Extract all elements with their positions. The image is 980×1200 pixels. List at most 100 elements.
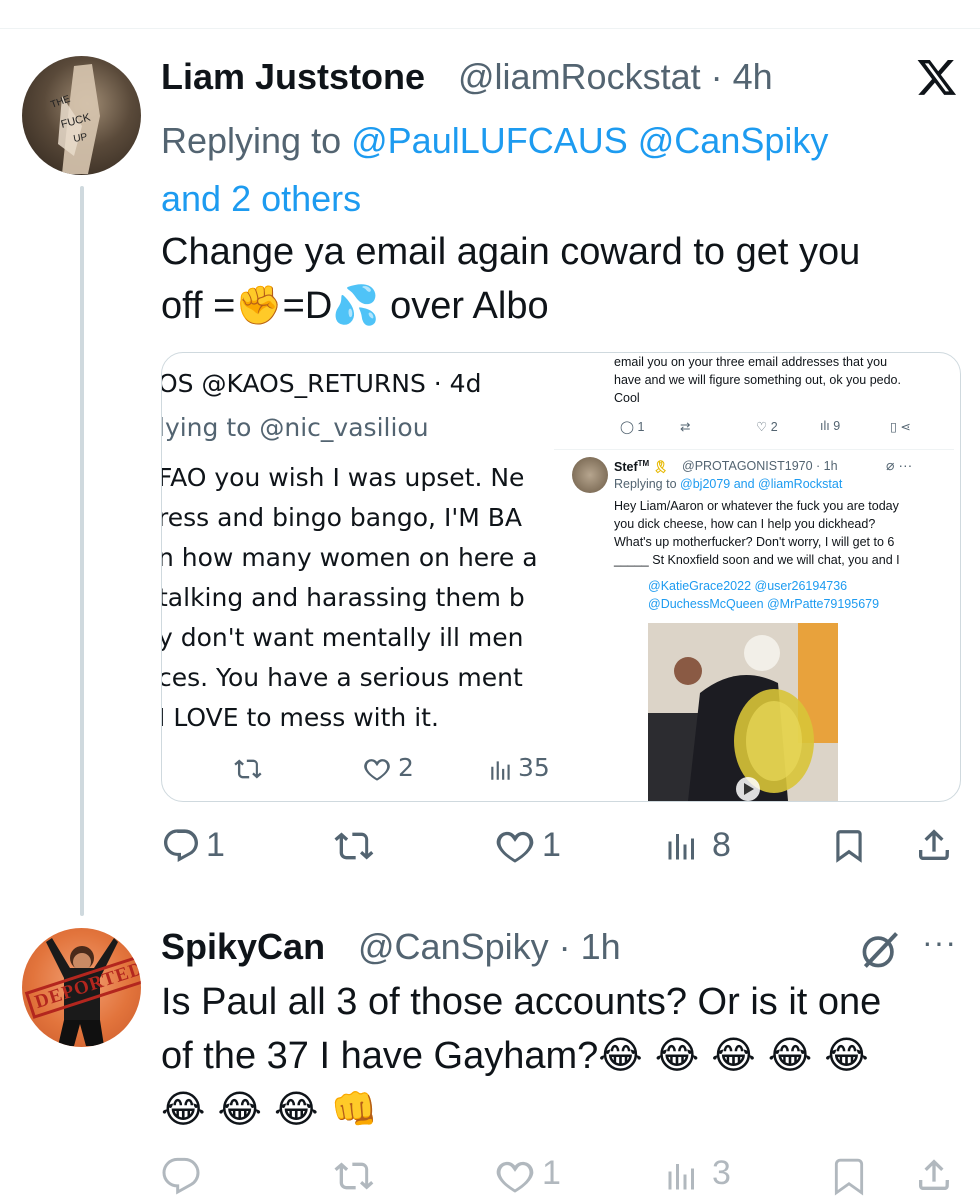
text-fragment: off = — [161, 285, 236, 327]
laughing-emoji: 😂 — [598, 1033, 643, 1077]
tweet-text-line-2: of the 37 I have Gayham?😂 😂 😂 😂 😂 — [161, 1029, 931, 1083]
count: 9 — [833, 419, 841, 433]
screenshot-body-line: you dick cheese, how can I help you dick… — [614, 517, 876, 531]
views-icon[interactable] — [664, 1158, 700, 1194]
screenshot-retweet-glyph: ⇄ — [680, 420, 691, 434]
reply-others-link[interactable]: and 2 others — [161, 178, 361, 219]
screenshot-line: FAO you wish I was upset. Ne — [162, 463, 525, 492]
like-icon[interactable] — [494, 1156, 536, 1196]
author-name[interactable]: SpikyCan — [161, 926, 325, 968]
post-time: 4h — [732, 56, 773, 97]
screenshot-header: OS @KAOS_RETURNS · 4d — [162, 369, 482, 398]
avatar-image: THE FUCK UP — [49, 64, 100, 174]
reply-mentions[interactable]: @PaulLUFCAUS @CanSpiky — [351, 120, 828, 161]
author-handle[interactable]: @liamRockstat · 4h — [458, 56, 773, 98]
view-count: 3 — [712, 1154, 731, 1192]
tm-badge: TM — [637, 459, 650, 468]
laughing-emoji: 😂 — [161, 1087, 206, 1131]
screenshot-line: n how many women on here a — [162, 543, 538, 572]
screenshot-text-line: Cool — [614, 391, 640, 405]
laughing-emoji: 😂 — [642, 1033, 700, 1077]
retweet-icon[interactable] — [332, 1156, 376, 1196]
text-fragment: =D — [282, 285, 333, 327]
top-divider — [0, 28, 980, 29]
retweet-icon[interactable] — [332, 826, 376, 866]
screenshot-text-line: have and we will figure something out, o… — [614, 373, 901, 387]
bookmark-icon[interactable] — [830, 826, 868, 866]
tweet-text-line-1: Change ya email again coward to get you — [161, 231, 861, 273]
views-icon[interactable] — [664, 828, 700, 864]
tweet-text-line-1: Is Paul all 3 of those accounts? Or is i… — [161, 981, 882, 1023]
tweet2-action-bar: 1 3 — [0, 1150, 980, 1200]
screenshot-view-count: 35 — [518, 753, 550, 782]
more-icon[interactable]: ··· — [922, 924, 957, 961]
view-count: 8 — [712, 826, 731, 864]
like-icon — [364, 759, 390, 781]
reply-icon[interactable] — [161, 1156, 201, 1196]
pointing-fist-emoji: 👊 — [318, 1087, 378, 1131]
screenshot-body-line: Hey Liam/Aaron or whatever the fuck you … — [614, 499, 899, 513]
tweet-text-line-3: 😂 😂 😂 👊 — [161, 1083, 931, 1137]
screenshot-right: email you on your three email addresses … — [554, 353, 960, 801]
avatar-liam[interactable]: THE FUCK UP — [22, 56, 141, 175]
x-logo-icon[interactable] — [916, 56, 958, 98]
thread-connector-line — [80, 186, 84, 916]
screenshot-line: I LOVE to mess with it. — [162, 703, 439, 732]
like-count: 1 — [542, 1154, 561, 1192]
name: Stef — [614, 460, 638, 475]
separator-dot: · — [700, 56, 733, 97]
count: 1 — [637, 420, 645, 434]
screenshot-line: ress and bingo bango, I'M BA — [162, 503, 522, 532]
screenshot-tags-line: @DuchessMcQueen @MrPatte79195679 — [648, 597, 880, 611]
text-fragment: over Albo — [379, 285, 549, 327]
laughing-emoji: 😂 — [812, 1033, 869, 1077]
handle-text: @liamRockstat — [458, 56, 701, 97]
video-scene — [648, 623, 838, 801]
screenshot-line: y don't want mentally ill men — [162, 623, 524, 652]
screenshot-line: talking and harassing them b — [162, 583, 525, 612]
raised-fist-emoji: ✊ — [235, 283, 283, 327]
like-count: 1 — [542, 826, 561, 864]
screenshot-more: ⌀ ··· — [886, 457, 913, 473]
author-name[interactable]: Liam Juststone — [161, 56, 425, 98]
replying-to: Replying to @PaulLUFCAUS @CanSpiky and 2… — [161, 112, 921, 228]
screenshot-handle: @PROTAGONIST1970 · 1h — [682, 459, 838, 473]
screenshot-like-count: ♡ 2 — [756, 420, 778, 434]
laughing-emoji: 😂 — [261, 1087, 319, 1131]
screenshot-reply-count: ◯ 1 — [620, 420, 645, 434]
bookmark-icon[interactable] — [830, 1156, 868, 1196]
laughing-emoji: 😂 — [699, 1033, 756, 1077]
retweet-icon — [234, 759, 262, 779]
text-fragment: of the 37 I have Gayham? — [161, 1035, 599, 1077]
count: 2 — [770, 420, 778, 434]
reply-count: 1 — [206, 826, 225, 864]
author-handle[interactable]: @CanSpiky · 1h — [358, 926, 621, 968]
screenshot-tags-line: @KatieGrace2022 @user26194736 — [648, 579, 848, 593]
sweat-droplets-emoji: 💦 — [332, 283, 380, 327]
share-icon[interactable] — [914, 1154, 954, 1196]
tweet-text: Change ya email again coward to get you … — [161, 226, 931, 333]
like-icon[interactable] — [494, 826, 536, 866]
screenshot-video-thumbnail — [648, 623, 838, 801]
reply-icon[interactable] — [161, 826, 201, 866]
grok-icon[interactable] — [858, 928, 902, 972]
screenshot-view-count: ılı 9 — [820, 419, 841, 433]
laughing-emoji: 😂 — [205, 1087, 262, 1131]
screenshot-like-count: 2 — [398, 753, 414, 782]
avatar-spikycan[interactable]: DEPORTED — [22, 928, 141, 1047]
views-icon — [491, 761, 510, 780]
tweet-text: Is Paul all 3 of those accounts? Or is i… — [161, 976, 931, 1137]
laughing-emoji: 😂 — [755, 1033, 813, 1077]
screenshot-text-line: email you on your three email addresses … — [614, 355, 888, 369]
share-icon[interactable] — [914, 824, 954, 866]
tweet-text-line-2: off =✊=D💦 over Albo — [161, 279, 931, 333]
replying-mentions: @bj2079 and @liamRockstat — [680, 477, 843, 491]
replying-prefix: Replying to — [614, 477, 677, 491]
ribbon-emoji: 🎗 — [652, 460, 669, 475]
attached-image-card[interactable]: OS @KAOS_RETURNS · 4d lying to @nic_vasi… — [161, 352, 961, 802]
screenshot-avatar — [572, 457, 608, 493]
screenshot-bookmark-share: ▯ ⋖ — [890, 420, 911, 434]
screenshot-replying: Replying to @bj2079 and @liamRockstat — [614, 477, 842, 491]
handle-text: @CanSpiky — [358, 926, 549, 967]
screenshot-body-line: What's up motherfucker? Don't worry, I w… — [614, 535, 895, 549]
